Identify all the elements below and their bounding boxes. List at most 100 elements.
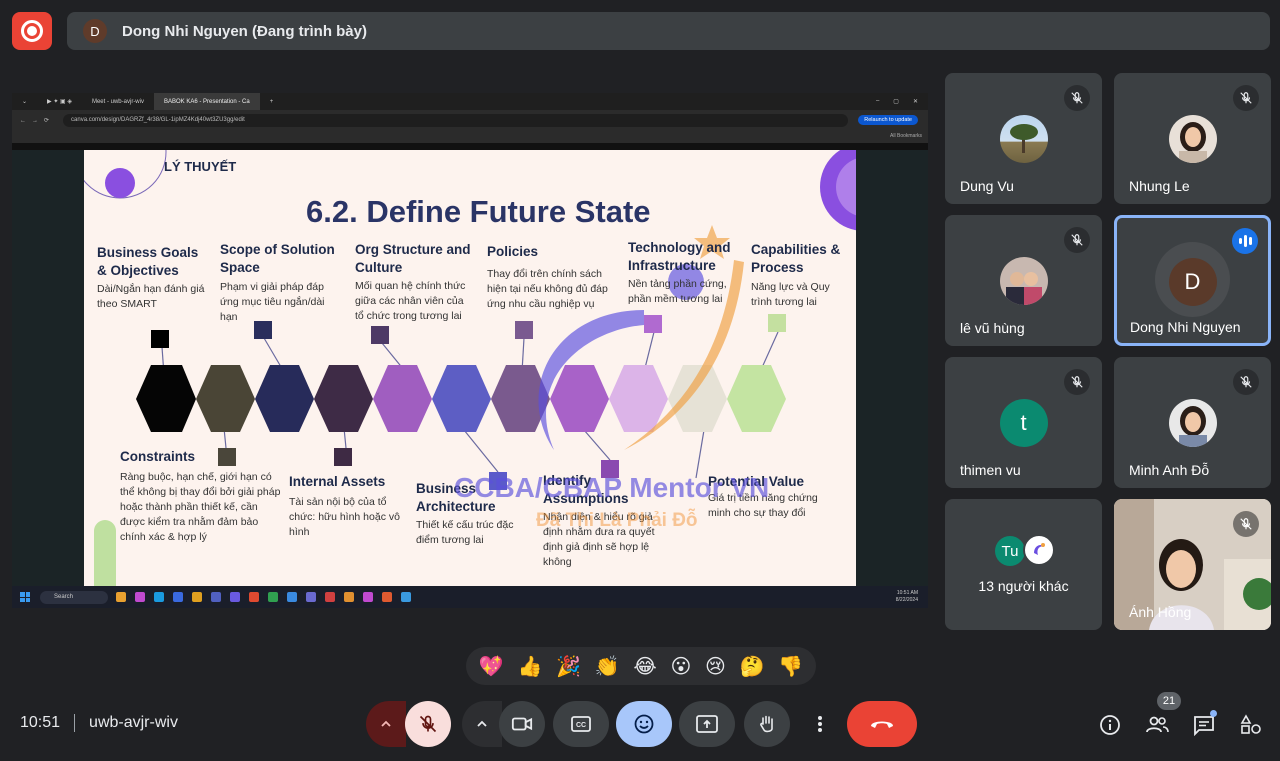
hand-icon — [760, 715, 773, 733]
people-icon — [1146, 716, 1169, 733]
mic-off-icon — [1233, 369, 1259, 395]
meeting-code: uwb-avjr-wiv — [89, 714, 178, 731]
more-vert-icon — [818, 716, 822, 732]
item-internal-assets-desc: Tài sản nội bộ của tổ chức: hữu hình hoặ… — [289, 496, 400, 538]
slide-title: 6.2. Define Future State — [306, 194, 651, 229]
leave-call-button[interactable] — [847, 701, 917, 747]
participant-name: Dung Vu — [960, 178, 1014, 194]
emoji-icon — [634, 714, 654, 734]
taskbar-apps-icon — [116, 592, 411, 602]
meeting-info-divider — [74, 714, 76, 732]
shared-screen: ⌄ ▶ ✦ ▣ ◈ Meet - uwb-avjr-wiv BABOK KA6 … — [12, 93, 928, 608]
participant-tile[interactable]: t thimen vu — [945, 357, 1102, 488]
browser-url: canva.com/design/DAGRZf_4r38/GL-1ipMZ4Kd… — [63, 113, 849, 127]
item-internal-assets-label: Internal Assets — [289, 474, 386, 489]
reaction-sad-button[interactable]: 😢 — [705, 654, 726, 679]
taskbar-clock: 10:51 AM 8/22/2024 — [896, 590, 928, 604]
item-capabilities-desc: Năng lực và Quy trình tương lai — [751, 281, 830, 308]
mic-off-icon — [1233, 85, 1259, 111]
meeting-time: 10:51 — [20, 714, 61, 731]
mic-off-icon — [1064, 369, 1090, 395]
mic-off-icon — [1064, 85, 1090, 111]
taskbar-search: Search — [40, 590, 108, 604]
participant-name: Nhung Le — [1129, 178, 1190, 194]
participant-avatar: t — [999, 399, 1048, 447]
hang-up-icon — [871, 721, 893, 728]
raise-hand-button[interactable] — [744, 701, 790, 747]
item-technology-desc: Nền tảng phần cứng, phần mềm tương lai — [628, 278, 727, 305]
participant-tile-active-speaker[interactable]: D Dong Nhi Nguyen — [1114, 215, 1271, 346]
meeting-info: 10:51 uwb-avjr-wiv — [20, 714, 178, 732]
mic-off-icon — [1233, 511, 1259, 537]
activities-button[interactable] — [1239, 713, 1263, 737]
others-count-label: 13 người khác — [978, 578, 1069, 594]
activities-icon — [1240, 714, 1261, 734]
mic-toggle-button[interactable] — [405, 701, 451, 747]
chat-button[interactable] — [1192, 710, 1217, 737]
recording-indicator[interactable] — [12, 12, 52, 50]
chevron-up-icon — [381, 720, 391, 727]
more-options-button[interactable] — [797, 701, 843, 747]
people-button[interactable] — [1145, 713, 1169, 737]
browser-tab-meet: Meet - uwb-avjr-wiv — [91, 98, 144, 105]
reaction-thumbs-down-button[interactable]: 👎 — [778, 654, 803, 679]
chat-unread-dot — [1210, 710, 1217, 717]
reaction-heart-button[interactable]: 💖 — [479, 654, 504, 679]
taskbar-time: 10:51 AM — [896, 590, 918, 596]
item-capabilities-label: Capabilities & Process — [751, 242, 841, 275]
browser-tabbar: ⌄ ▶ ✦ ▣ ◈ Meet - uwb-avjr-wiv BABOK KA6 … — [12, 93, 928, 110]
reaction-clap-button[interactable]: 👏 — [595, 654, 620, 679]
meeting-details-button[interactable] — [1098, 713, 1122, 737]
participant-count-badge: 21 — [1157, 692, 1181, 710]
participant-avatar: D — [1168, 258, 1217, 306]
camera-toggle-button[interactable] — [499, 701, 545, 747]
browser-menu-icon: ⌄ — [22, 99, 28, 105]
window-controls-icon: – ▢ ✕ — [875, 98, 918, 105]
video-options-button[interactable] — [462, 701, 502, 747]
slide-area: LÝ THUYẾT 6.2. Define Future State Busin… — [12, 150, 928, 586]
presentation-slide: LÝ THUYẾT 6.2. Define Future State Busin… — [84, 150, 856, 586]
closed-captions-icon: CC — [571, 716, 591, 732]
relaunch-button: Relaunch to update — [858, 115, 918, 125]
participant-tile[interactable]: lê vũ hùng — [945, 215, 1102, 346]
participant-tile[interactable]: Minh Anh Đỗ — [1114, 357, 1271, 488]
others-tile[interactable]: Tu 13 người khác — [945, 499, 1102, 630]
participant-tile[interactable]: Dung Vu — [945, 73, 1102, 204]
info-icon — [1100, 715, 1120, 735]
reaction-thinking-button[interactable]: 🤔 — [740, 654, 765, 679]
reaction-surprised-button[interactable]: 😮 — [670, 654, 691, 679]
windows-start-icon — [20, 592, 30, 602]
browser-tab-canva: BABOK KA6 - Presentation - Ca — [153, 93, 260, 110]
present-screen-button[interactable] — [679, 701, 735, 747]
browser-nav-icon: ←→⟳ — [20, 117, 56, 124]
participant-name: lê vũ hùng — [960, 320, 1025, 336]
reaction-thumbs-up-button[interactable]: 👍 — [517, 654, 542, 679]
reaction-party-button[interactable]: 🎉 — [556, 654, 581, 679]
participant-tile-video[interactable]: Ánh Hồng — [1114, 499, 1271, 630]
item-business-goals-label: Business Goals & Objectives — [97, 245, 199, 278]
bookmarks-bar: All Bookmarks — [12, 130, 928, 143]
mic-off-icon — [419, 715, 437, 733]
participant-name: Ánh Hồng — [1129, 604, 1192, 620]
slide-section-label: LÝ THUYẾT — [164, 159, 237, 174]
present-icon — [696, 715, 718, 733]
taskbar-date: 8/22/2024 — [895, 597, 918, 603]
audio-options-button[interactable] — [366, 701, 406, 747]
others-logo-icon — [1023, 534, 1055, 566]
participant-tile[interactable]: Nhung Le — [1114, 73, 1271, 204]
participant-avatar — [999, 115, 1048, 163]
camera-icon — [511, 717, 533, 731]
presenter-label: Dong Nhi Nguyen (Đang trình bày) — [122, 22, 367, 40]
participant-avatar — [1168, 115, 1217, 163]
reaction-laugh-button[interactable]: 😂 — [633, 654, 656, 679]
captions-button[interactable]: CC — [553, 701, 609, 747]
mic-off-icon — [1064, 227, 1090, 253]
watermark-text: CCBA/CBAP Mentor VN — [454, 472, 770, 503]
others-avatar: Tu — [995, 536, 1025, 566]
item-constraints-desc: Ràng buộc, hạn chế, giới hạn có thể khôn… — [120, 471, 281, 543]
reactions-button[interactable] — [616, 701, 672, 747]
item-org-structure-desc: Mối quan hệ chính thức giữa các nhân viê… — [355, 280, 466, 322]
record-icon — [21, 20, 43, 42]
participant-avatar — [999, 257, 1048, 305]
item-scope-desc: Phạm vi giải pháp đáp ứng mục tiêu ngắn/… — [220, 281, 325, 323]
